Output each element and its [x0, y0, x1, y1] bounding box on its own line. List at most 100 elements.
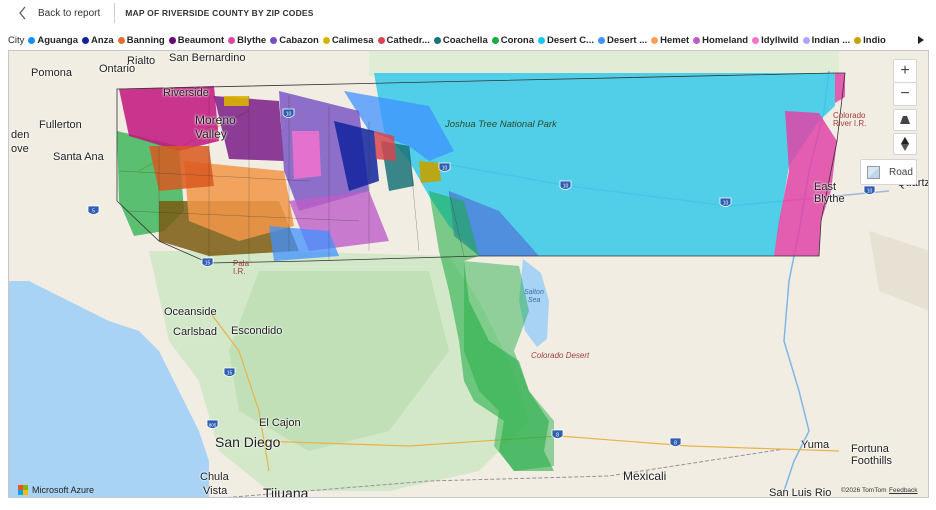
svg-text:15: 15: [205, 261, 211, 267]
map-label-oceanside: Oceanside: [164, 306, 217, 318]
legend-dot-icon: [597, 36, 605, 44]
legend-title: City: [8, 34, 25, 46]
map-label-den: den: [11, 129, 30, 141]
legend-item-label: Beaumont: [177, 34, 225, 46]
legend-item[interactable]: Indian ...: [802, 35, 850, 46]
highway-shield-icon: 10: [559, 180, 572, 190]
page-title: MAP OF RIVERSIDE COUNTY BY ZIP CODES: [125, 8, 314, 18]
legend-item[interactable]: Desert ...: [597, 35, 647, 46]
legend-dot-icon: [537, 36, 545, 44]
zoom-in-button[interactable]: +: [893, 59, 917, 83]
legend-item[interactable]: Banning: [117, 35, 165, 46]
legend-item-label: Desert C...: [546, 34, 594, 46]
microsoft-logo-icon: [18, 485, 28, 495]
legend-item[interactable]: Beaumont: [168, 34, 225, 46]
legend-item[interactable]: Desert C...: [537, 34, 594, 46]
highway-shield-icon: 15: [201, 257, 214, 267]
map-label-fortuna-2: Foothills: [851, 455, 892, 467]
map-label-salton-2: Sea: [528, 297, 541, 304]
highway-shield-icon: 8: [669, 437, 682, 447]
highway-shield-icon: 5: [87, 205, 100, 215]
svg-text:8: 8: [556, 433, 559, 439]
svg-text:805: 805: [209, 423, 217, 428]
map-label-tijuana: Tijuana: [263, 485, 309, 498]
map-style-thumbnail-icon: [867, 165, 880, 179]
map-label-san-luis: San Luis Rio: [769, 487, 832, 498]
map-label-salton-1: Salton: [524, 289, 544, 296]
map-label-santa-ana: Santa Ana: [53, 151, 104, 163]
legend-item-label: Cabazon: [279, 34, 319, 46]
legend-item[interactable]: Corona: [491, 35, 534, 46]
legend-next-icon[interactable]: [916, 34, 926, 46]
map-label-blythe: Blythe: [814, 193, 845, 205]
legend-dot-icon: [377, 36, 385, 44]
map-label-mexicali: Mexicali: [623, 469, 667, 483]
map-label-chula-2: Vista: [203, 485, 228, 497]
map-style-button[interactable]: Road: [860, 159, 917, 185]
legend-item[interactable]: Hemet: [651, 35, 689, 46]
legend-dot-icon: [322, 36, 330, 44]
tilt-icon: [900, 116, 910, 124]
back-to-report-button[interactable]: Back to report: [0, 1, 112, 25]
legend-dot-icon: [433, 36, 441, 44]
highway-shield-icon: 8: [551, 429, 564, 439]
feedback-link[interactable]: Feedback: [889, 487, 918, 494]
zip-code-map[interactable]: Rialto San Bernardino Pomona Ontario Riv…: [8, 50, 929, 498]
legend-item[interactable]: Cathedr...: [377, 35, 430, 46]
map-label-san-bernardino: San Bernardino: [169, 52, 246, 64]
highway-shield-icon: 10: [282, 108, 295, 118]
map-label-carlsbad: Carlsbad: [173, 326, 218, 338]
map-label-colorado-desert: Colorado Desert: [531, 351, 590, 360]
legend-dot-icon: [228, 36, 236, 44]
legend-item-label: Hemet: [660, 34, 690, 46]
zoom-in-label: +: [900, 62, 910, 79]
header-divider: [114, 3, 116, 23]
legend-dot-icon: [854, 36, 862, 44]
map-label-ove: ove: [11, 143, 29, 155]
legend-item[interactable]: Idyllwild: [752, 34, 799, 46]
legend-item[interactable]: Coachella: [433, 34, 488, 46]
map-label-riverside: Riverside: [163, 87, 209, 99]
legend-item[interactable]: Homeland: [693, 35, 748, 46]
legend-dot-icon: [82, 36, 90, 44]
map-label-yuma: Yuma: [801, 439, 830, 451]
map-label-valley: Valley: [195, 127, 227, 141]
svg-text:10: 10: [867, 189, 873, 195]
legend-item[interactable]: Blythe: [228, 35, 266, 46]
legend-item[interactable]: Indio: [854, 35, 886, 46]
map-label-colorado-river-2: River I.R.: [833, 119, 867, 128]
svg-text:10: 10: [723, 201, 729, 207]
rotate-compass-button[interactable]: [893, 133, 917, 155]
legend-item-label: Coachella: [442, 34, 488, 46]
map-style-label: Road: [889, 166, 913, 178]
legend-item-label: Indio: [863, 34, 886, 46]
highway-shield-icon: 805: [206, 419, 219, 429]
legend-item[interactable]: Aguanga: [28, 35, 78, 46]
map-label-el-cajon: El Cajon: [259, 417, 301, 429]
legend-dot-icon: [270, 36, 278, 44]
legend-item[interactable]: Anza: [82, 35, 114, 46]
brand-label: Microsoft Azure: [32, 485, 95, 495]
map-label-chula-1: Chula: [200, 471, 229, 483]
svg-text:15: 15: [227, 371, 233, 377]
legend-dot-icon: [693, 36, 701, 44]
tilt-button[interactable]: [893, 109, 917, 131]
highway-shield-icon: 10: [438, 162, 451, 172]
legend-item-label: Idyllwild: [761, 34, 799, 46]
map-label-ontario: Ontario: [99, 63, 136, 75]
legend-item[interactable]: Cabazon: [270, 35, 319, 46]
legend-dot-icon: [28, 36, 36, 44]
map-label-pomona: Pomona: [31, 67, 72, 79]
legend-item-label: Aguanga: [37, 34, 79, 46]
zoom-out-button[interactable]: −: [893, 82, 917, 106]
svg-text:10: 10: [563, 184, 569, 190]
map-label-joshua-tree: Joshua Tree National Park: [445, 119, 557, 130]
legend-dot-icon: [802, 36, 810, 44]
legend-dot-icon: [651, 36, 659, 44]
legend-item[interactable]: Calimesa: [322, 35, 374, 46]
legend-dot-icon: [117, 36, 125, 44]
map-label-fortuna-1: Fortuna: [851, 443, 889, 455]
report-page: Back to report MAP OF RIVERSIDE COUNTY B…: [0, 0, 936, 510]
svg-text:10: 10: [442, 166, 448, 172]
svg-text:8: 8: [674, 441, 677, 447]
